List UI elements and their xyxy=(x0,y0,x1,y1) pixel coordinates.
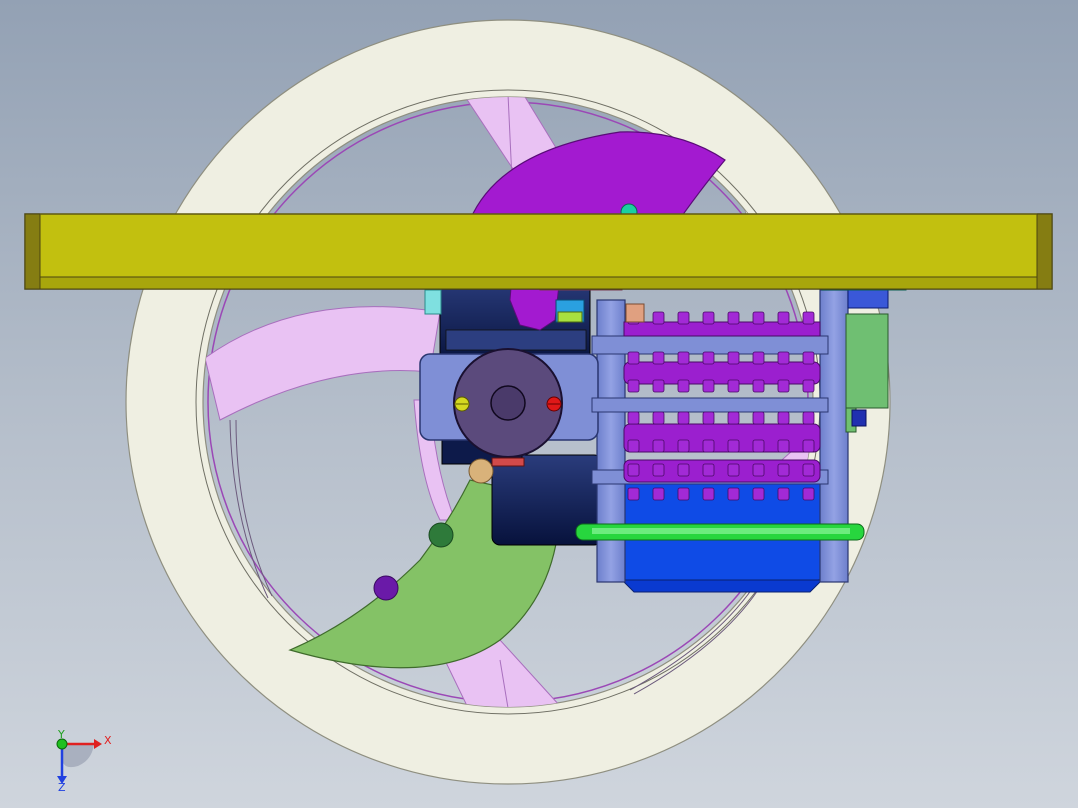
drum-tooth xyxy=(627,411,640,425)
x-axis-label: X xyxy=(104,734,112,747)
drum-tooth xyxy=(752,411,765,425)
cad-graphics-area[interactable]: X Y Z xyxy=(0,0,1078,808)
drum-tooth xyxy=(752,311,765,325)
drum-tooth xyxy=(752,351,765,365)
drum-tooth xyxy=(677,439,690,453)
drum-tooth xyxy=(677,487,690,501)
y-axis-label: Y xyxy=(57,728,65,741)
drum-tooth xyxy=(677,311,690,325)
drum-tooth xyxy=(652,351,665,365)
drum-tooth xyxy=(627,351,640,365)
drum-tooth xyxy=(802,487,815,501)
drum-tooth xyxy=(777,487,790,501)
drum-tooth xyxy=(802,439,815,453)
drum-tooth xyxy=(752,463,765,477)
drum-tooth xyxy=(652,439,665,453)
drum-tooth xyxy=(727,351,740,365)
drum-tooth xyxy=(777,411,790,425)
cad-model-view[interactable]: X Y Z xyxy=(0,0,1078,808)
drum-tooth xyxy=(702,439,715,453)
drum-tooth xyxy=(727,487,740,501)
drum-tooth xyxy=(702,411,715,425)
drum-tooth xyxy=(802,463,815,477)
drum-tooth xyxy=(777,311,790,325)
x-arrow-head xyxy=(94,739,102,749)
z-axis-label: Z xyxy=(58,781,66,794)
drum-tooth xyxy=(752,439,765,453)
drum-tooth xyxy=(777,351,790,365)
drum-tooth xyxy=(627,487,640,501)
drum-tooth xyxy=(802,311,815,325)
drum-tooth xyxy=(727,439,740,453)
axis-triad: X Y Z xyxy=(56,728,112,794)
drum-tooth xyxy=(677,351,690,365)
drum-tooth xyxy=(727,311,740,325)
drum-tooth xyxy=(802,351,815,365)
drum-tooth xyxy=(652,487,665,501)
drum-tooth xyxy=(702,379,715,393)
drum-tooth xyxy=(652,463,665,477)
drum-tooth xyxy=(652,311,665,325)
triad-shadow xyxy=(62,744,94,768)
drum-tooth xyxy=(802,411,815,425)
drum-tooth xyxy=(677,463,690,477)
drum-tooth xyxy=(752,487,765,501)
drum-tooth xyxy=(702,487,715,501)
drum-tooth xyxy=(727,463,740,477)
green-pin xyxy=(428,522,454,548)
drum-tooth xyxy=(727,411,740,425)
drum-tooth xyxy=(677,411,690,425)
drum-tooth xyxy=(702,311,715,325)
top-crossbar[interactable] xyxy=(24,213,1053,290)
drum-tooth xyxy=(652,411,665,425)
drum-tooth xyxy=(702,463,715,477)
drum-tooth xyxy=(802,379,815,393)
drum-tooth xyxy=(727,379,740,393)
drum-tooth xyxy=(627,439,640,453)
drum-tooth xyxy=(652,379,665,393)
green-axle-shaft[interactable] xyxy=(575,523,865,541)
drum-tooth xyxy=(627,463,640,477)
drum-tooth xyxy=(777,439,790,453)
drum-tooth xyxy=(702,351,715,365)
purple-pin xyxy=(373,575,399,601)
drum-tooth xyxy=(677,379,690,393)
drum-tooth xyxy=(777,379,790,393)
drum-tooth xyxy=(752,379,765,393)
drum-tooth xyxy=(627,379,640,393)
drum-tooth xyxy=(777,463,790,477)
